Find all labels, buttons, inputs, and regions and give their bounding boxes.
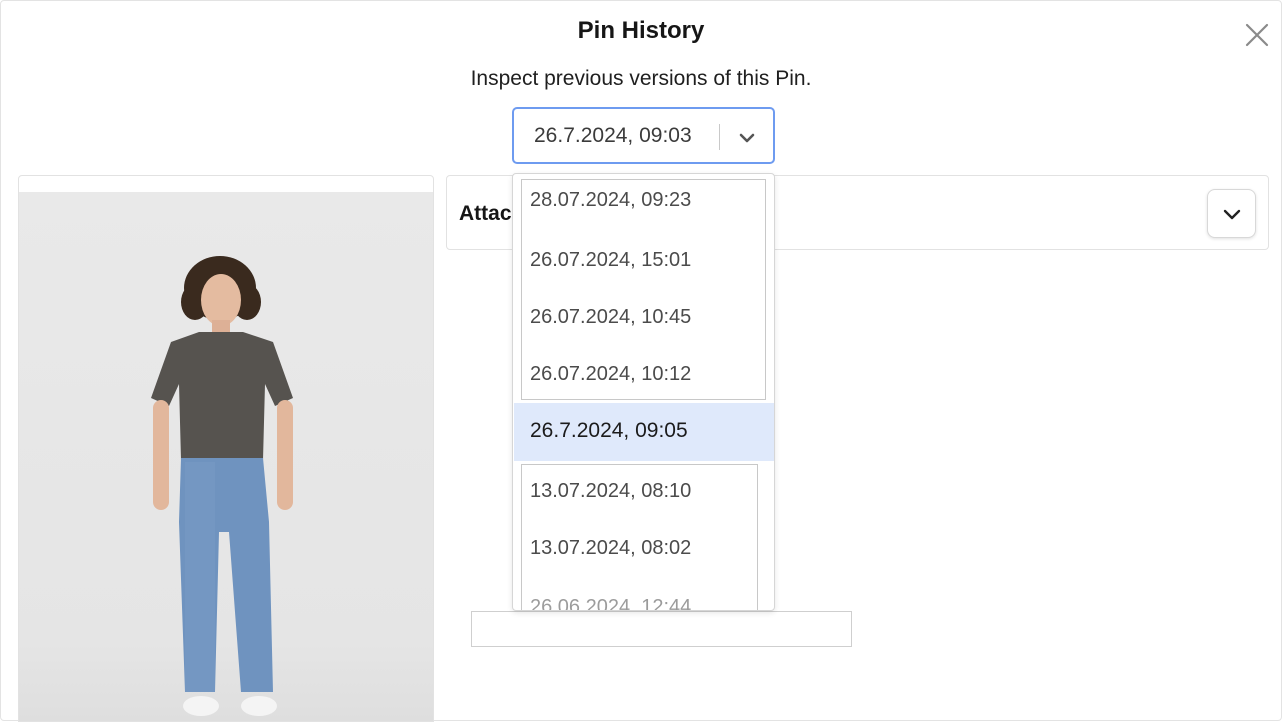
pin-photo — [19, 192, 433, 721]
dropdown-option[interactable]: 13.07.2024, 08:10 — [530, 480, 691, 503]
dropdown-option[interactable]: 28.07.2024, 09:23 — [530, 189, 691, 212]
chevron-down-icon — [1223, 209, 1241, 220]
model-figure-image — [151, 256, 293, 716]
close-button[interactable] — [1241, 19, 1273, 51]
selected-option-label: 26.7.2024, 09:05 — [530, 419, 688, 442]
dropdown-option-selected[interactable]: 26.7.2024, 09:05 — [514, 403, 774, 461]
attachments-label: Attac — [459, 202, 512, 225]
dialog-subtitle: Inspect previous versions of this Pin. — [470, 67, 812, 90]
partially-hidden-field[interactable] — [471, 611, 852, 647]
dropdown-option[interactable]: 13.07.2024, 08:02 — [530, 537, 691, 560]
version-select-value: 26.7.2024, 09:03 — [534, 124, 692, 147]
dropdown-option[interactable]: 26.06.2024, 12:44 — [530, 596, 691, 610]
select-divider — [719, 124, 720, 150]
dropdown-option[interactable]: 26.07.2024, 10:12 — [530, 363, 691, 386]
accordion-toggle-button[interactable] — [1207, 189, 1256, 238]
pin-history-dialog: Pin History Inspect previous versions of… — [0, 0, 1282, 722]
version-select[interactable]: 26.7.2024, 09:03 — [512, 107, 775, 164]
pin-image-panel — [18, 175, 434, 722]
version-dropdown-list[interactable]: 28.07.2024, 09:23 26.07.2024, 15:01 26.0… — [512, 173, 775, 611]
dropdown-option[interactable]: 26.07.2024, 15:01 — [530, 249, 691, 272]
dropdown-option[interactable]: 26.07.2024, 10:45 — [530, 306, 691, 329]
dialog-title: Pin History — [577, 17, 705, 44]
close-icon — [1245, 23, 1269, 47]
chevron-down-icon[interactable] — [736, 127, 758, 149]
